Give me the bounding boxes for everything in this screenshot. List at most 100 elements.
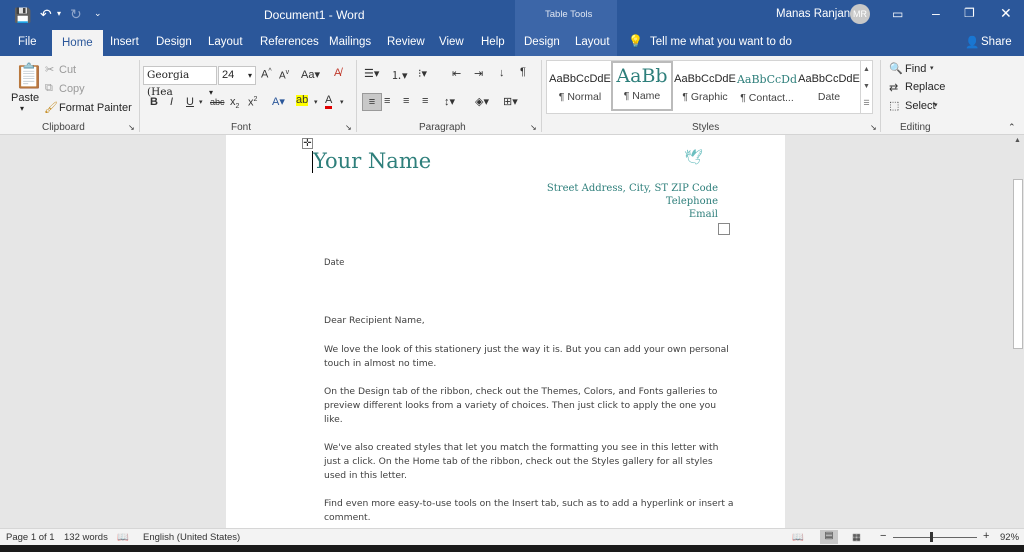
undo-dropdown-icon[interactable]: ▾ [57, 9, 61, 18]
style-normal[interactable]: AaBbCcDdE ¶ Normal [549, 61, 611, 111]
decrease-indent-icon[interactable]: ⇤ [452, 67, 461, 80]
redo-icon[interactable]: ↻ [70, 6, 82, 23]
strikethrough-icon[interactable]: abc [210, 97, 225, 107]
proofing-icon[interactable]: 📖 [117, 532, 129, 543]
select-button[interactable]: Select [905, 100, 936, 112]
contact-telephone[interactable]: Telephone [666, 196, 718, 207]
format-painter-button[interactable]: Format Painter [59, 102, 132, 114]
find-button[interactable]: Find [905, 63, 926, 75]
body-line[interactable]: Find even more easy-to-use tools on the … [324, 498, 734, 509]
text-effects-icon[interactable]: A▾ [272, 95, 285, 108]
contact-address[interactable]: Street Address, City, ST ZIP Code [547, 183, 718, 194]
tab-table-design[interactable]: Design [524, 36, 560, 48]
clear-formatting-icon[interactable]: A̸ [334, 67, 341, 79]
style-date[interactable]: AaBbCcDdE Date [798, 61, 860, 111]
justify-icon[interactable]: ≡ [422, 95, 428, 107]
bullets-icon[interactable]: ☰▾ [364, 67, 379, 80]
tab-references[interactable]: References [260, 36, 319, 48]
ribbon-display-options-icon[interactable]: ▭ [892, 7, 903, 21]
align-left-icon[interactable]: ≡ [362, 93, 382, 111]
body-line[interactable]: preview different looks from a variety o… [324, 400, 716, 411]
paste-button[interactable]: Paste [11, 92, 39, 104]
show-formatting-icon[interactable]: ¶ [520, 66, 526, 78]
collapse-ribbon-icon[interactable]: ⌃ [1008, 122, 1016, 133]
zoom-slider[interactable] [893, 537, 977, 538]
bold-icon[interactable]: B [150, 96, 158, 108]
sort-icon[interactable]: ↓ [499, 67, 505, 79]
tab-mailings[interactable]: Mailings [329, 36, 371, 48]
style-name-selected[interactable]: AaBb ¶ Name [611, 61, 673, 111]
multilevel-list-icon[interactable]: ⁝▾ [418, 67, 427, 80]
shrink-font-icon[interactable]: Av [279, 69, 289, 81]
scrollbar-thumb[interactable] [1013, 179, 1023, 349]
read-mode-icon[interactable]: 📖 [792, 532, 804, 543]
superscript-icon[interactable]: x2 [248, 96, 257, 109]
highlight-dropdown-icon[interactable]: ▾ [314, 98, 318, 106]
shading-icon[interactable]: ◈▾ [475, 95, 489, 108]
paste-dropdown-icon[interactable]: ▾ [20, 104, 24, 113]
body-line[interactable]: We love the look of this stationery just… [324, 344, 729, 355]
body-line[interactable]: like. [324, 414, 343, 425]
customize-qat-icon[interactable]: ⌄ [94, 8, 102, 19]
tab-view[interactable]: View [439, 36, 464, 48]
font-size-box[interactable]: 24 ▾ [218, 66, 256, 85]
line-spacing-icon[interactable]: ↕▾ [444, 95, 455, 108]
font-size-dropdown-icon[interactable]: ▾ [248, 67, 252, 84]
save-icon[interactable]: 💾 [14, 7, 31, 24]
contact-email[interactable]: Email [689, 209, 718, 220]
body-line[interactable]: just a click. On the Home tab of the rib… [324, 456, 713, 467]
undo-icon[interactable]: ↶ [40, 6, 52, 23]
tell-me-search[interactable]: Tell me what you want to do [650, 36, 792, 48]
word-count[interactable]: 132 words [64, 532, 108, 543]
zoom-in-icon[interactable]: + [983, 530, 989, 542]
zoom-out-icon[interactable]: − [880, 530, 886, 542]
increase-indent-icon[interactable]: ⇥ [474, 67, 483, 80]
grow-font-icon[interactable]: A^ [261, 68, 272, 81]
minimize-icon[interactable]: – [932, 5, 940, 21]
page-count[interactable]: Page 1 of 1 [6, 532, 55, 543]
body-line[interactable]: used in this letter. [324, 470, 407, 481]
highlight-icon[interactable]: ab [296, 95, 309, 106]
clipboard-launcher-icon[interactable]: ↘ [128, 123, 135, 132]
web-layout-icon[interactable]: ▦ [852, 532, 861, 543]
zoom-level[interactable]: 92% [1000, 532, 1019, 543]
restore-icon[interactable]: ❐ [964, 6, 975, 20]
align-right-icon[interactable]: ≡ [403, 95, 409, 107]
bird-graphic-icon[interactable]: 🕊 [684, 148, 703, 166]
align-center-icon[interactable]: ≡ [384, 95, 390, 107]
font-name-box[interactable]: Georgia (Hea ▾ [143, 66, 217, 98]
avatar[interactable]: MR [850, 4, 870, 24]
subscript-icon[interactable]: x2 [230, 96, 239, 110]
tab-table-layout[interactable]: Layout [575, 36, 610, 48]
tab-design[interactable]: Design [156, 36, 192, 48]
style-contact-info[interactable]: AaBbCcDd ¶ Contact... [736, 61, 798, 111]
tab-insert[interactable]: Insert [110, 36, 139, 48]
close-icon[interactable]: ✕ [1000, 5, 1012, 22]
font-color-icon[interactable]: A [325, 95, 333, 109]
table-move-handle-icon[interactable]: ✛ [302, 138, 313, 149]
table-resize-handle[interactable] [718, 223, 730, 235]
print-layout-icon[interactable]: ▤ [820, 530, 838, 544]
body-line[interactable]: comment. [324, 512, 371, 523]
body-line[interactable]: On the Design tab of the ribbon, check o… [324, 386, 717, 397]
share-icon[interactable]: 👤 [965, 35, 979, 49]
style-graphic[interactable]: AaBbCcDdE ¶ Graphic [674, 61, 736, 111]
find-dropdown-icon[interactable]: ▾ [930, 64, 934, 72]
copy-button[interactable]: Copy [59, 83, 85, 95]
paste-icon[interactable]: 📋 [14, 62, 44, 91]
change-case-icon[interactable]: Aa▾ [301, 68, 320, 81]
vertical-scrollbar[interactable]: ▲ [1011, 135, 1024, 528]
share-button[interactable]: Share [981, 36, 1012, 48]
letter-salutation[interactable]: Dear Recipient Name, [324, 315, 425, 326]
user-name[interactable]: Manas Ranjan [776, 8, 850, 20]
styles-scroll[interactable]: ▲ ▼ ☰ [860, 60, 873, 114]
replace-button[interactable]: Replace [905, 81, 945, 93]
styles-launcher-icon[interactable]: ↘ [870, 123, 877, 132]
italic-icon[interactable]: I [170, 96, 173, 108]
body-line[interactable]: touch in almost no time. [324, 358, 436, 369]
underline-dropdown-icon[interactable]: ▾ [199, 98, 203, 106]
tab-review[interactable]: Review [387, 36, 425, 48]
numbering-icon[interactable]: ⒈▾ [391, 67, 408, 83]
tab-home[interactable]: Home [52, 30, 103, 56]
tab-layout[interactable]: Layout [208, 36, 243, 48]
